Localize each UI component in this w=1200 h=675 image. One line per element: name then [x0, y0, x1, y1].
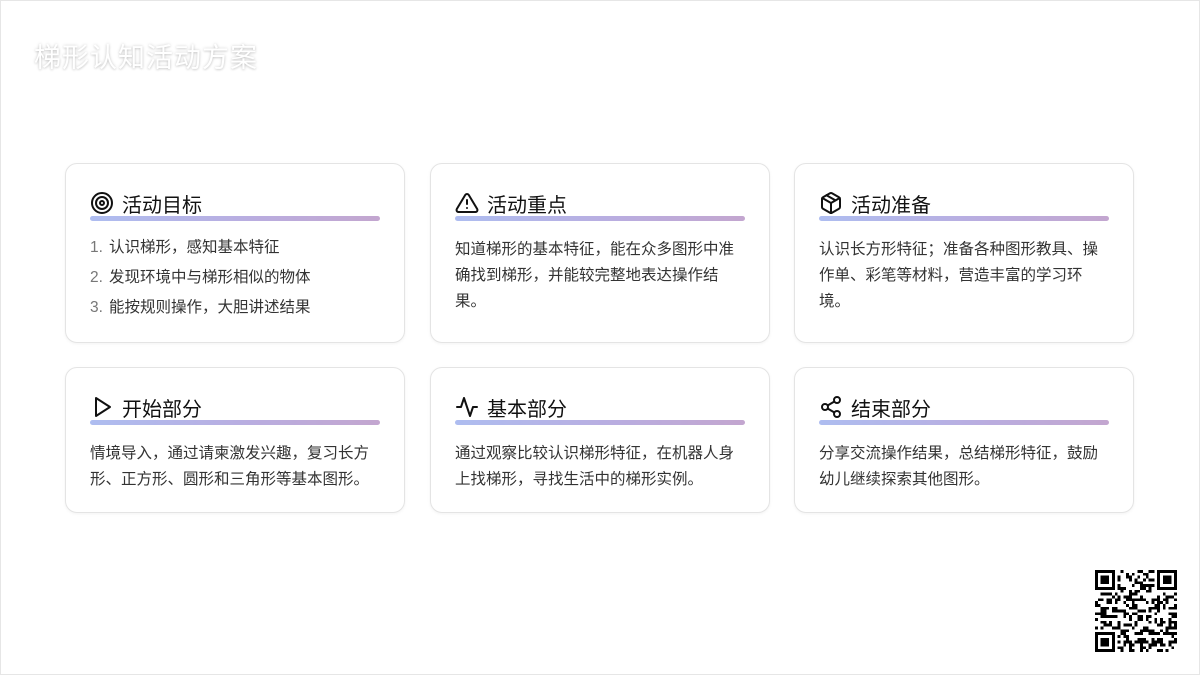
card-title: 结束部分	[851, 398, 931, 421]
card-key-points: 活动重点 知道梯形的基本特征，能在众多图形中准确找到梯形，并能较完整地表达操作结…	[430, 163, 770, 343]
card-header: 开始部分	[90, 394, 380, 421]
card-activity-goals: 活动目标 1. 认识梯形，感知基本特征 2. 发现环境中与梯形相似的物体 3. 能按规…	[65, 163, 405, 343]
card-title: 开始部分	[122, 398, 202, 421]
card-text: 分享交流操作结果，总结梯形特征，鼓励幼儿继续探索其他图形。	[819, 445, 1099, 488]
list-item: 2. 发现环境中与梯形相似的物体	[90, 263, 380, 293]
card-ending: 结束部分 分享交流操作结果，总结梯形特征，鼓励幼儿继续探索其他图形。	[794, 367, 1134, 513]
target-icon	[90, 191, 114, 215]
qr-code	[1095, 570, 1177, 652]
box-icon	[819, 191, 843, 215]
list-text: 认识梯形，感知基本特征	[108, 239, 280, 256]
card-text: 知道梯形的基本特征，能在众多图形中准确找到梯形，并能较完整地表达操作结果。	[455, 241, 735, 310]
card-text: 认识长方形特征；准备各种图形教具、操作单、彩笔等材料，营造丰富的学习环境。	[819, 241, 1099, 310]
card-title: 活动重点	[487, 194, 567, 217]
card-header: 结束部分	[819, 394, 1109, 421]
card-main-part: 基本部分 通过观察比较认识梯形特征，在机器人身上找梯形，寻找生活中的梯形实例。	[430, 367, 770, 513]
list-item: 1. 认识梯形，感知基本特征	[90, 233, 380, 263]
card-title: 基本部分	[487, 398, 567, 421]
card-text: 通过观察比较认识梯形特征，在机器人身上找梯形，寻找生活中的梯形实例。	[455, 445, 735, 488]
warning-icon	[455, 191, 479, 215]
list-item: 3. 能按规则操作，大胆讲述结果	[90, 293, 380, 323]
share-icon	[819, 395, 843, 419]
card-header: 活动准备	[819, 190, 1109, 217]
list-number: 2.	[90, 269, 103, 286]
card-opening: 开始部分 情境导入，通过请柬激发兴趣，复习长方形、正方形、圆形和三角形等基本图形…	[65, 367, 405, 513]
card-header: 基本部分	[455, 394, 745, 421]
card-preparation: 活动准备 认识长方形特征；准备各种图形教具、操作单、彩笔等材料，营造丰富的学习环…	[794, 163, 1134, 343]
list-text: 发现环境中与梯形相似的物体	[108, 269, 311, 286]
card-title: 活动准备	[851, 194, 931, 217]
list-text: 能按规则操作，大胆讲述结果	[108, 299, 311, 316]
card-title: 活动目标	[122, 194, 202, 217]
card-header: 活动目标	[90, 190, 380, 217]
list-number: 3.	[90, 299, 103, 316]
card-text: 情境导入，通过请柬激发兴趣，复习长方形、正方形、圆形和三角形等基本图形。	[90, 445, 370, 488]
activity-icon	[455, 395, 479, 419]
card-header: 活动重点	[455, 190, 745, 217]
play-icon	[90, 395, 114, 419]
list-number: 1.	[90, 239, 103, 256]
goal-list: 1. 认识梯形，感知基本特征 2. 发现环境中与梯形相似的物体 3. 能按规则操作，大…	[90, 233, 380, 323]
page-title: 梯形认知活动方案	[34, 43, 258, 73]
